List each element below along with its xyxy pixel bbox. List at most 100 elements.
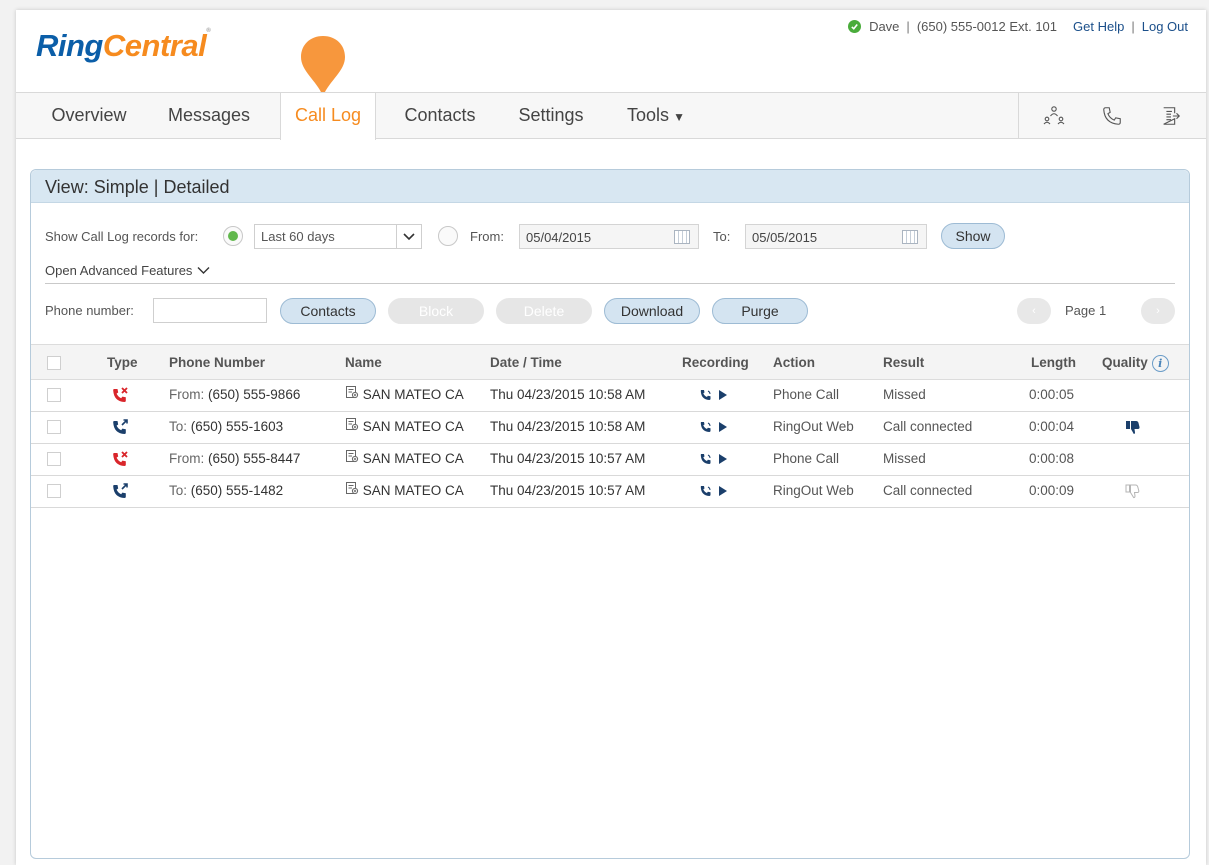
missed-call-icon <box>111 380 129 415</box>
play-recording-icon[interactable] <box>699 420 729 434</box>
recording-cell[interactable] <box>699 380 729 410</box>
col-name[interactable]: Name <box>345 345 382 380</box>
thumbs-outline-icon[interactable] <box>1123 484 1141 503</box>
row-checkbox[interactable] <box>47 388 61 402</box>
phone-number-cell[interactable]: From: (650) 555-8447 <box>169 444 300 474</box>
table-row[interactable]: To: (650) 555-1482 SAN MATEO CA Thu 04/2… <box>31 476 1189 508</box>
length-cell: 0:00:08 <box>1029 451 1075 466</box>
date-time-cell: Thu 04/23/2015 10:58 AM <box>490 387 646 402</box>
tab-call-log[interactable]: Call Log <box>280 93 376 140</box>
tab-label: Messages <box>167 105 251 125</box>
result-cell: Missed <box>883 451 926 466</box>
period-value: Last 60 days <box>261 229 335 244</box>
radio-period[interactable] <box>223 226 243 246</box>
table-row[interactable]: From: (650) 555-9866 SAN MATEO CA Thu 04… <box>31 380 1189 412</box>
tab-contacts[interactable]: Contacts <box>392 93 488 139</box>
download-button[interactable]: Download <box>604 298 700 324</box>
col-date-time[interactable]: Date / Time <box>490 345 562 380</box>
name-cell[interactable]: SAN MATEO CA <box>345 444 464 474</box>
date-time-cell: Thu 04/23/2015 10:57 AM <box>490 483 646 498</box>
table-body: From: (650) 555-9866 SAN MATEO CA Thu 04… <box>31 380 1189 508</box>
call-log-panel: View: Simple | Detailed Show Call Log re… <box>30 169 1190 859</box>
quick-actions <box>1018 93 1206 139</box>
purge-button[interactable]: Purge <box>712 298 808 324</box>
contact-card-icon <box>345 380 359 410</box>
view-simple-link[interactable]: Simple <box>94 177 149 197</box>
contacts-button[interactable]: Contacts <box>280 298 376 324</box>
col-type[interactable]: Type <box>107 345 138 380</box>
divider <box>45 283 1175 284</box>
period-select[interactable]: Last 60 days <box>254 224 422 249</box>
select-all-checkbox[interactable] <box>47 356 61 370</box>
separator: | <box>1131 19 1135 34</box>
col-phone-number[interactable]: Phone Number <box>169 345 265 380</box>
users-icon[interactable] <box>1041 103 1067 129</box>
play-recording-icon[interactable] <box>699 484 729 498</box>
delete-button[interactable]: Delete <box>496 298 592 324</box>
caret-down-icon: ▼ <box>673 110 685 124</box>
phone-number-cell[interactable]: To: (650) 555-1603 <box>169 412 283 442</box>
quality-cell[interactable] <box>1123 476 1141 511</box>
fax-icon[interactable] <box>1158 103 1184 129</box>
view-switcher: View: Simple | Detailed <box>31 170 1189 203</box>
length-cell: 0:00:05 <box>1029 387 1075 402</box>
logo-central-text: Central <box>102 28 207 63</box>
ringcentral-logo[interactable]: RingCentral® <box>36 28 211 64</box>
chevron-down-icon <box>197 267 210 274</box>
from-date-field[interactable]: 05/04/2015 <box>519 224 699 249</box>
phone-number-cell[interactable]: From: (650) 555-9866 <box>169 380 300 410</box>
logo-ring-text: Ring <box>36 28 103 63</box>
play-recording-icon[interactable] <box>699 388 729 402</box>
name-cell[interactable]: SAN MATEO CA <box>345 412 464 442</box>
to-date-field[interactable]: 05/05/2015 <box>745 224 927 249</box>
name-cell[interactable]: SAN MATEO CA <box>345 380 464 410</box>
col-action[interactable]: Action <box>773 345 815 380</box>
tab-messages[interactable]: Messages <box>154 93 264 139</box>
action-cell: Phone Call <box>773 451 840 466</box>
result-cell: Call connected <box>883 419 973 434</box>
user-phone: (650) 555-0012 Ext. 101 <box>916 19 1058 34</box>
tab-label: Contacts <box>404 105 476 125</box>
contact-card-icon <box>345 476 359 506</box>
log-out-link[interactable]: Log Out <box>1142 19 1188 34</box>
play-recording-icon[interactable] <box>699 452 729 466</box>
direction-label: From: <box>169 387 205 402</box>
quality-cell[interactable] <box>1123 412 1141 447</box>
recording-cell[interactable] <box>699 476 729 506</box>
row-checkbox[interactable] <box>47 484 61 498</box>
row-checkbox[interactable] <box>47 420 61 434</box>
col-length[interactable]: Length <box>1031 345 1076 380</box>
recording-cell[interactable] <box>699 412 729 442</box>
row-checkbox[interactable] <box>47 452 61 466</box>
show-button[interactable]: Show <box>941 223 1005 249</box>
calendar-icon[interactable] <box>674 230 690 244</box>
advanced-features-toggle[interactable]: Open Advanced Features <box>45 263 210 278</box>
recording-cell[interactable] <box>699 444 729 474</box>
table-row[interactable]: To: (650) 555-1603 SAN MATEO CA Thu 04/2… <box>31 412 1189 444</box>
next-page-button[interactable]: › <box>1141 298 1175 324</box>
col-recording[interactable]: Recording <box>682 345 749 380</box>
action-cell: RingOut Web <box>773 419 854 434</box>
table-row[interactable]: From: (650) 555-8447 SAN MATEO CA Thu 04… <box>31 444 1189 476</box>
calendar-icon[interactable] <box>902 230 918 244</box>
thumbs-down-icon[interactable] <box>1123 421 1141 439</box>
outgoing-call-icon <box>111 476 129 511</box>
phone-number-cell[interactable]: To: (650) 555-1482 <box>169 476 283 506</box>
tab-overview[interactable]: Overview <box>34 93 144 139</box>
advanced-label: Open Advanced Features <box>45 263 193 278</box>
tab-settings[interactable]: Settings <box>504 93 598 139</box>
result-cell: Call connected <box>883 483 973 498</box>
view-detailed-link[interactable]: Detailed <box>163 177 229 197</box>
info-icon[interactable]: i <box>1151 354 1169 372</box>
phone-icon[interactable] <box>1099 103 1125 129</box>
radio-date-range[interactable] <box>438 226 458 246</box>
block-button[interactable]: Block <box>388 298 484 324</box>
phone-number-input[interactable] <box>153 298 267 323</box>
col-result[interactable]: Result <box>883 345 924 380</box>
get-help-link[interactable]: Get Help <box>1073 19 1124 34</box>
user-bar: Dave | (650) 555-0012 Ext. 101 Get Help … <box>848 19 1188 34</box>
name-cell[interactable]: SAN MATEO CA <box>345 476 464 506</box>
prev-page-button[interactable]: ‹ <box>1017 298 1051 324</box>
length-cell: 0:00:04 <box>1029 419 1075 434</box>
tab-tools[interactable]: Tools ▼ <box>616 93 696 139</box>
